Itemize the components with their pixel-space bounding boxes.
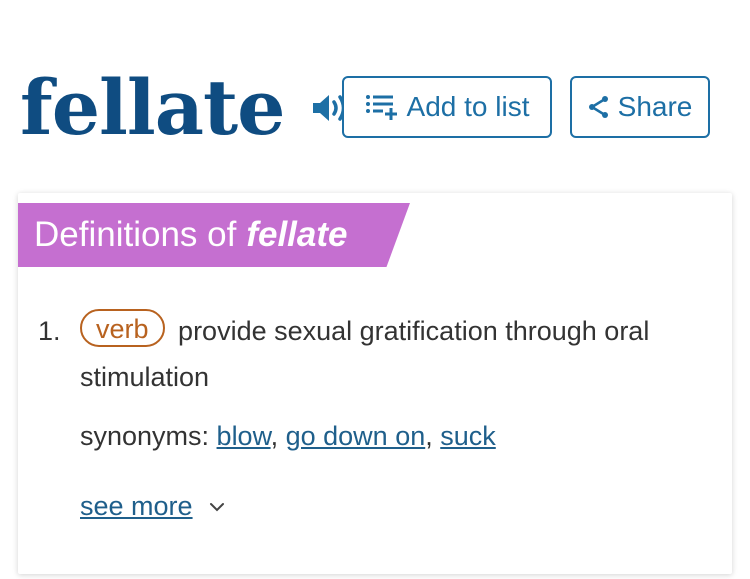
synonym-separator: , — [425, 421, 441, 451]
definitions-card: Definitions of fellate 1. verb provide s… — [18, 193, 732, 574]
see-more-link[interactable]: see more — [80, 491, 225, 522]
add-to-list-button[interactable]: Add to list — [342, 76, 552, 138]
synonym-separator: , — [270, 421, 286, 451]
list-add-icon — [365, 92, 399, 122]
see-more-label: see more — [80, 491, 193, 521]
chevron-down-icon — [209, 502, 225, 512]
definition-text: provide sexual gratification through ora… — [80, 316, 650, 392]
definition-item: 1. verb provide sexual gratification thr… — [38, 308, 698, 400]
add-to-list-label: Add to list — [406, 91, 530, 122]
share-button[interactable]: Share — [570, 76, 710, 138]
synonym-link-blow[interactable]: blow — [217, 421, 271, 451]
part-of-speech-badge[interactable]: verb — [80, 309, 165, 347]
headword: fellate — [20, 63, 285, 152]
share-label: Share — [617, 91, 693, 122]
definitions-banner: Definitions of fellate — [18, 203, 410, 267]
synonym-link-go-down-on[interactable]: go down on — [286, 421, 426, 451]
banner-prefix: Definitions of — [34, 215, 237, 254]
synonyms-label: synonyms: — [80, 421, 217, 451]
definition-body: verb provide sexual gratification throug… — [80, 308, 698, 400]
banner-word: fellate — [246, 215, 348, 254]
definition-number: 1. — [38, 316, 61, 346]
share-icon — [588, 95, 610, 119]
word-header: fellate — [20, 58, 351, 158]
synonym-link-suck[interactable]: suck — [440, 421, 496, 451]
synonyms-row: synonyms: blow, go down on, suck — [80, 421, 496, 452]
